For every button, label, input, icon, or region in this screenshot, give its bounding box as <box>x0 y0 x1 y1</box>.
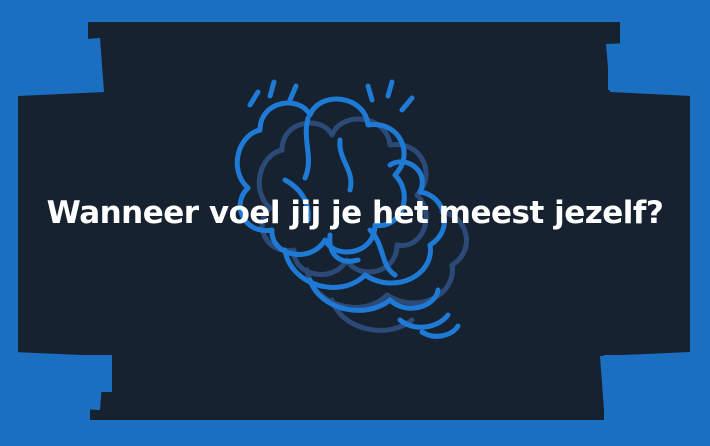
question-title: Wanneer voel jij je het meest jezelf? <box>46 195 664 231</box>
corner-tab-top-right <box>606 40 692 96</box>
corner-tab-top-left <box>18 38 104 96</box>
slide: Wanneer voel jij je het meest jezelf? <box>0 0 710 446</box>
corner-tab-bottom-left <box>12 352 104 410</box>
corner-tab-bottom-right <box>600 352 694 410</box>
